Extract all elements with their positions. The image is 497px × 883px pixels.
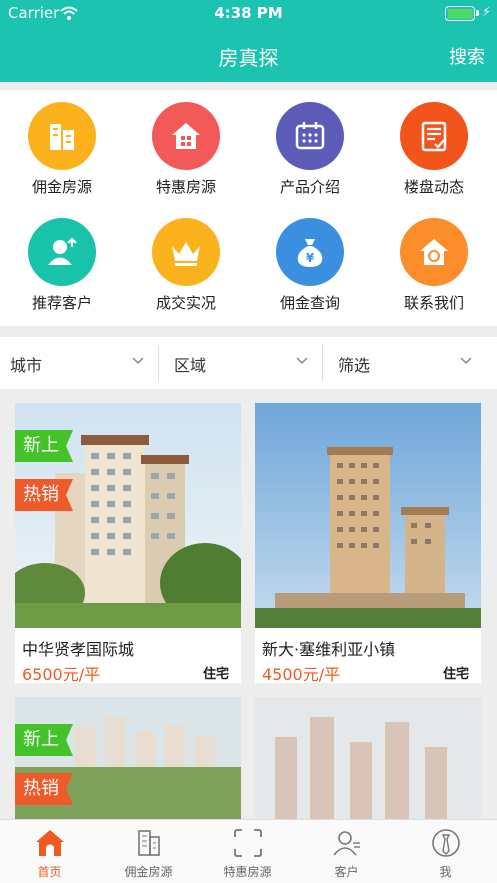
battery-nub [476, 10, 479, 16]
tab-label: 特惠房源 [223, 865, 272, 879]
tab-clients[interactable]: 客户 [297, 820, 396, 883]
divider [322, 345, 323, 381]
client-icon [333, 831, 360, 856]
new-tag: 新上 [15, 724, 73, 756]
grid-item-special-listings[interactable]: 特惠房源 [124, 102, 248, 197]
tab-label: 佣金房源 [124, 865, 173, 879]
filter-district[interactable]: 区域 [164, 337, 322, 389]
grid-label: 楼盘动态 [403, 178, 464, 196]
crown-icon [152, 218, 220, 286]
listing-card[interactable]: 新大·塞维利亚小镇 4500元/平 住宅 [255, 403, 481, 684]
search-button[interactable]: 搜索 [449, 43, 485, 69]
grid-label: 推荐客户 [31, 294, 92, 312]
charging-icon: ⚡ [481, 5, 491, 20]
grid-item-property-news[interactable]: 楼盘动态 [372, 102, 496, 197]
buildings-icon [138, 830, 160, 856]
chevron-down-icon [296, 357, 308, 365]
tab-label: 首页 [37, 865, 62, 879]
tab-commission-listings[interactable]: 佣金房源 [99, 820, 198, 883]
grid-item-recommend-client[interactable]: 推荐客户 [0, 218, 124, 313]
listing-type: 住宅 [202, 667, 229, 682]
grid-label: 产品介绍 [279, 178, 340, 196]
filter-bar: 城市 区域 筛选 [0, 337, 497, 389]
buildings-icon [28, 102, 96, 170]
add-user-icon [28, 218, 96, 286]
calendar-icon [276, 102, 344, 170]
listing-photo [255, 403, 481, 628]
listing-name: 新大·塞维利亚小镇 [262, 640, 396, 659]
profile-icon [432, 829, 460, 857]
grid-label: 佣金房源 [31, 178, 92, 196]
new-tag: 新上 [15, 430, 73, 462]
listing-card[interactable]: 新上 热销 [15, 697, 241, 819]
scan-icon [234, 829, 262, 857]
tab-home[interactable]: 首页 [0, 820, 99, 883]
filter-more[interactable]: 筛选 [328, 337, 486, 389]
document-icon [400, 102, 468, 170]
grid-item-deal-status[interactable]: 成交实况 [124, 218, 248, 313]
grid-label: 佣金查询 [279, 294, 340, 312]
tab-me[interactable]: 我 [396, 820, 495, 883]
listing-photo: 新上 热销 [15, 403, 241, 628]
listing-photo: 新上 热销 [15, 697, 241, 819]
feature-grid: 佣金房源 特惠房源 产品介绍 楼盘动态 推荐客户 成交实况 ¥ 佣金查询 联系我… [0, 90, 497, 326]
status-bar: Carrier 4:38 PM ⚡ [0, 0, 497, 28]
status-time: 4:38 PM [214, 4, 283, 22]
grid-item-commission-query[interactable]: ¥ 佣金查询 [248, 218, 372, 313]
filter-label: 筛选 [338, 356, 371, 375]
tab-special-listings[interactable]: 特惠房源 [198, 820, 297, 883]
hot-tag: 热销 [15, 479, 73, 511]
svg-text:¥: ¥ [306, 251, 315, 265]
grid-item-contact-us[interactable]: 联系我们 [372, 218, 496, 313]
divider [158, 345, 159, 381]
grid-item-product-intro[interactable]: 产品介绍 [248, 102, 372, 197]
money-bag-icon: ¥ [276, 218, 344, 286]
filter-label: 城市 [10, 356, 43, 375]
listing-price: 4500元/平 [262, 665, 341, 684]
listing-name: 中华贤孝国际城 [22, 640, 135, 659]
house-icon [152, 102, 220, 170]
grid-label: 特惠房源 [155, 178, 216, 196]
page-title: 房真探 [218, 46, 279, 70]
filter-city[interactable]: 城市 [0, 337, 158, 389]
nav-bar: 房真探 搜索 [0, 28, 497, 82]
tab-label: 我 [439, 865, 452, 879]
listing-type: 住宅 [442, 667, 469, 682]
grid-label: 成交实况 [155, 294, 216, 312]
grid-label: 联系我们 [403, 294, 464, 312]
battery-icon [445, 6, 475, 21]
chevron-down-icon [132, 357, 144, 365]
tab-label: 客户 [334, 865, 359, 879]
listing-card[interactable] [255, 697, 481, 819]
tab-bar: 首页 佣金房源 特惠房源 客户 我 [0, 819, 497, 883]
listing-price: 6500元/平 [22, 665, 101, 684]
hot-tag: 热销 [15, 773, 73, 805]
home-contact-icon [400, 218, 468, 286]
chevron-down-icon [460, 357, 472, 365]
listing-photo [255, 697, 481, 819]
listing-card[interactable]: 新上 热销 中华贤孝国际城 6500元/平 住宅 [15, 403, 241, 684]
home-icon [36, 830, 64, 856]
grid-item-commission-listings[interactable]: 佣金房源 [0, 102, 124, 197]
listing-grid: 新上 热销 中华贤孝国际城 6500元/平 住宅 新大·塞维利亚小镇 4500元… [0, 389, 497, 819]
filter-label: 区域 [174, 356, 207, 375]
